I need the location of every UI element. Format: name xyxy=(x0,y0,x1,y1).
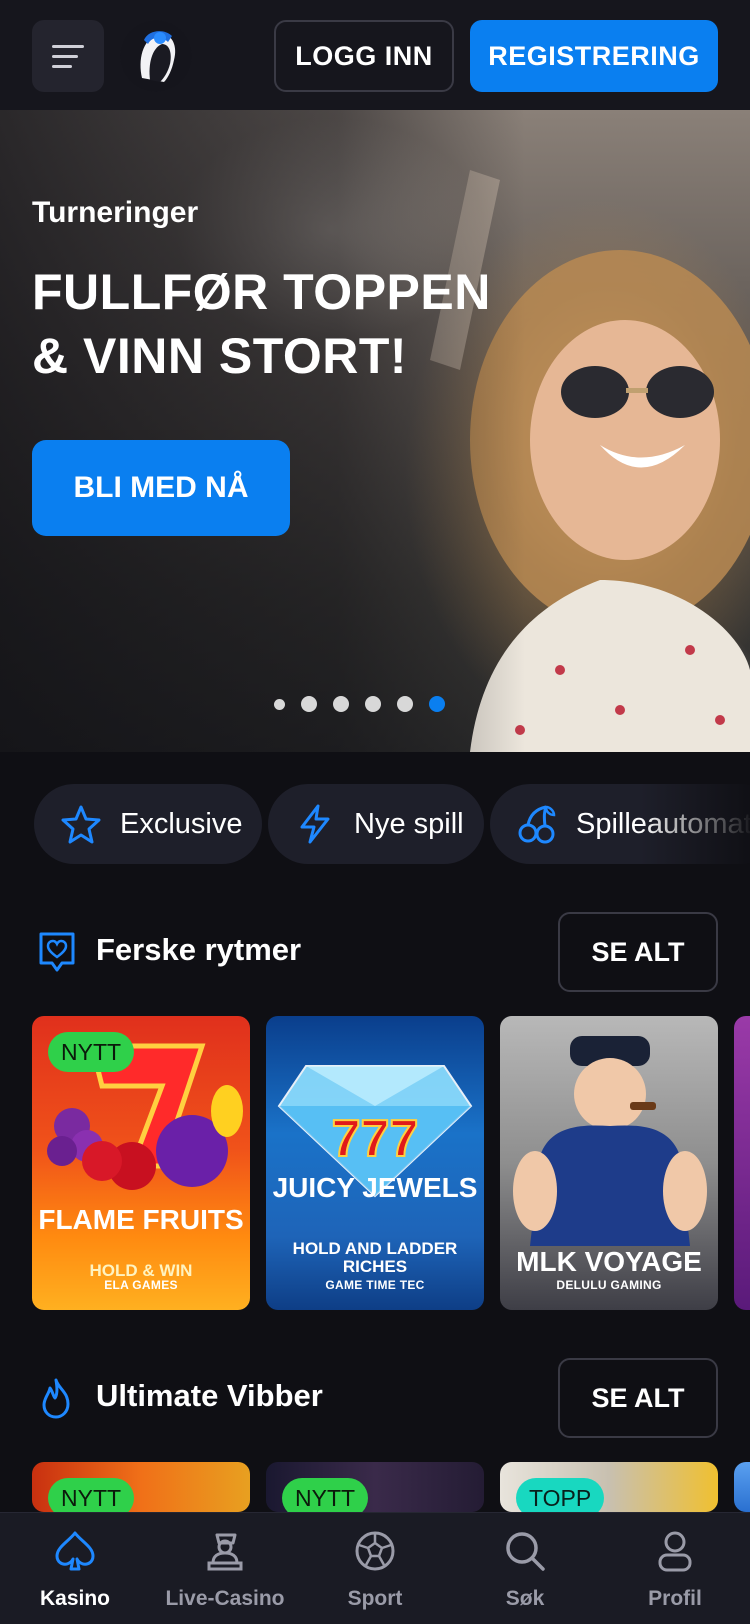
game-provider: DELULU GAMING xyxy=(556,1278,662,1292)
carousel-dot[interactable] xyxy=(301,696,317,712)
game-provider: ELA GAMES xyxy=(104,1278,178,1292)
game-provider: GAME TIME TEC xyxy=(325,1278,425,1292)
game-title: MLK VOYAGE xyxy=(516,1246,702,1277)
app-header: LOGG INN REGISTRERING xyxy=(0,0,750,110)
nav-label: Kasino xyxy=(39,1587,110,1610)
spade-icon xyxy=(55,1531,95,1571)
game-tile-juicy-jewels[interactable]: 777 JUICY JEWELS HOLD AND LADDER RICHES … xyxy=(266,1016,484,1310)
hero-banner[interactable]: Turneringer FULLFØR TOPPEN & VINN STORT!… xyxy=(0,110,750,752)
carousel-dots xyxy=(274,696,445,712)
login-button[interactable]: LOGG INN xyxy=(274,20,454,92)
heart-chat-icon xyxy=(39,932,75,972)
nav-label: Profil xyxy=(648,1587,702,1610)
logo-icon xyxy=(120,20,192,92)
nav-label: Søk xyxy=(505,1587,545,1610)
user-icon xyxy=(658,1531,692,1572)
chip-exclusive[interactable]: Exclusive xyxy=(34,784,262,864)
game-tile-flame-fruits[interactable]: NYTT FLAME FRUITS HOLD & WIN ELA GAMES xyxy=(32,1016,250,1310)
chips-fade xyxy=(640,784,750,866)
section-header: Ultimate Vibber SE ALT xyxy=(32,1358,718,1438)
carousel-dot[interactable] xyxy=(333,696,349,712)
game-tile-mlk-voyage[interactable]: MLK VOYAGE DELULU GAMING xyxy=(500,1016,718,1310)
chip-label: Exclusive xyxy=(120,807,243,840)
cherries-icon xyxy=(518,805,556,844)
game-row: NYTT FLAME FRUITS HOLD & WIN ELA GAMES 7… xyxy=(32,1016,750,1312)
search-icon xyxy=(506,1532,545,1571)
new-badge: NYTT xyxy=(48,1032,135,1072)
nav-item-casino[interactable]: Kasino xyxy=(0,1513,150,1624)
nav-item-profile[interactable]: Profil xyxy=(600,1513,750,1624)
game-subtitle: HOLD AND LADDER RICHES xyxy=(292,1239,458,1276)
game-title: FLAME FRUITS xyxy=(38,1204,244,1235)
hero-title: FULLFØR TOPPEN & VINN STORT! xyxy=(32,264,491,384)
menu-icon-line xyxy=(52,44,84,48)
lightning-icon xyxy=(300,804,330,844)
carousel-dot[interactable] xyxy=(365,696,381,712)
carousel-dot-active[interactable] xyxy=(429,696,445,712)
section-title: Ferske rytmer xyxy=(96,932,302,967)
hamburger-menu-button[interactable] xyxy=(32,20,104,92)
bottom-navigation: Kasino Live-Casino Sport Søk Profil xyxy=(0,1512,750,1624)
section-title: Ultimate Vibber xyxy=(96,1378,323,1413)
see-all-button[interactable]: SE ALT xyxy=(558,912,718,992)
carousel-dot[interactable] xyxy=(274,698,285,710)
top-badge: TOPP xyxy=(516,1478,605,1512)
carousel-dot[interactable] xyxy=(397,696,413,712)
register-button[interactable]: REGISTRERING xyxy=(470,20,718,92)
game-subtitle: HOLD & WIN xyxy=(89,1261,193,1280)
game-tile-partial[interactable] xyxy=(734,1462,750,1512)
game-tile[interactable]: NYTT xyxy=(266,1462,484,1512)
category-chips: Exclusive Nye spill Spilleautomat xyxy=(0,784,750,866)
new-badge: NYTT xyxy=(48,1478,135,1512)
brand-logo[interactable] xyxy=(120,20,192,92)
dealer-icon xyxy=(207,1533,243,1571)
nav-item-live-casino[interactable]: Live-Casino xyxy=(150,1513,300,1624)
game-tile[interactable]: NYTT xyxy=(32,1462,250,1512)
join-now-button[interactable]: BLI MED NÅ xyxy=(32,440,290,536)
nav-label: Sport xyxy=(347,1587,403,1610)
menu-icon-line xyxy=(52,54,78,58)
see-all-button[interactable]: SE ALT xyxy=(558,1358,718,1438)
menu-icon-line xyxy=(52,64,72,68)
section-header: Ferske rytmer SE ALT xyxy=(32,912,718,992)
star-icon xyxy=(61,805,101,844)
chip-new-games[interactable]: Nye spill xyxy=(268,784,484,864)
game-row: NYTT NYTT TOPP xyxy=(32,1462,750,1512)
chip-label: Nye spill xyxy=(354,807,464,840)
hero-subtitle: Turneringer xyxy=(32,196,199,229)
nav-item-sport[interactable]: Sport xyxy=(300,1513,450,1624)
game-tile-partial[interactable] xyxy=(734,1016,750,1310)
svg-text:777: 777 xyxy=(332,1110,419,1168)
football-icon xyxy=(355,1531,395,1571)
game-title: JUICY JEWELS xyxy=(272,1172,478,1203)
game-tile[interactable]: TOPP xyxy=(500,1462,718,1512)
nav-item-search[interactable]: Søk xyxy=(450,1513,600,1624)
nav-label: Live-Casino xyxy=(165,1587,285,1610)
new-badge: NYTT xyxy=(282,1478,369,1512)
flame-icon xyxy=(42,1378,70,1419)
